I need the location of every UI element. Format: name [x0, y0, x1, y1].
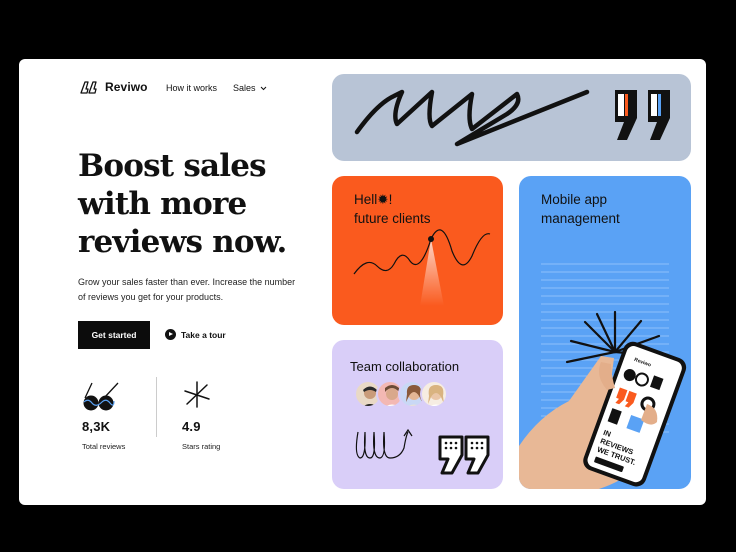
card-title: Hell✹! future clients — [354, 190, 431, 228]
team-collaboration-card: Team collaboration — [332, 340, 503, 489]
headline-line: reviews now. — [78, 224, 287, 260]
nav-label: How it works — [166, 83, 218, 93]
phone-illustration: Reviwo IN REVIEWS WE TRUST. — [519, 263, 687, 489]
chevron-down-icon — [260, 86, 266, 90]
landing-page: Reviwo How it works Sales Boost sales wi… — [19, 59, 706, 505]
zigzag-scribble — [354, 89, 670, 147]
stat-value: 4.9 — [182, 419, 201, 434]
stat-total-reviews: 8,3K Total reviews — [82, 379, 125, 451]
card-title-line: future clients — [354, 211, 431, 226]
brand-name: Reviwo — [105, 80, 148, 94]
nav-how-it-works[interactable]: How it works — [166, 83, 217, 93]
stat-stars-rating: 4.9 Stars rating — [182, 379, 220, 451]
mobile-app-card: Mobile app management Reviwo IN REVIEWS … — [519, 176, 691, 489]
nav-sales-dropdown[interactable]: Sales — [233, 83, 267, 93]
hero-lead-text: Grow your sales faster than ever. Increa… — [78, 277, 296, 302]
headline-line: with more — [78, 186, 247, 222]
take-a-tour-link[interactable]: Take a tour — [165, 329, 226, 340]
quote-mark-icon — [438, 435, 490, 475]
headline-line: Boost sales — [78, 148, 267, 184]
brand-logo[interactable]: Reviwo — [80, 80, 148, 94]
top-nav: How it works Sales — [166, 83, 267, 93]
stat-label: Total reviews — [82, 442, 126, 451]
card-title-line: Hell✹! — [354, 192, 393, 207]
glasses-icon — [83, 382, 119, 411]
tour-label: Take a tour — [181, 329, 226, 340]
play-icon — [165, 329, 176, 340]
quote-mark-icon — [80, 81, 97, 94]
stats-divider — [156, 377, 157, 437]
quote-card — [332, 74, 691, 161]
hello-clients-card: Hell✹! future clients — [332, 176, 503, 325]
get-started-button[interactable]: Get started — [78, 321, 150, 349]
nav-label: Sales — [233, 83, 256, 93]
stat-value: 8,3K — [82, 419, 111, 434]
hero-headline: Boost sales with more reviews now. — [78, 147, 318, 261]
quote-mark-icon — [615, 90, 670, 140]
stat-label: Stars rating — [182, 442, 221, 451]
asterisk-icon — [184, 381, 210, 408]
